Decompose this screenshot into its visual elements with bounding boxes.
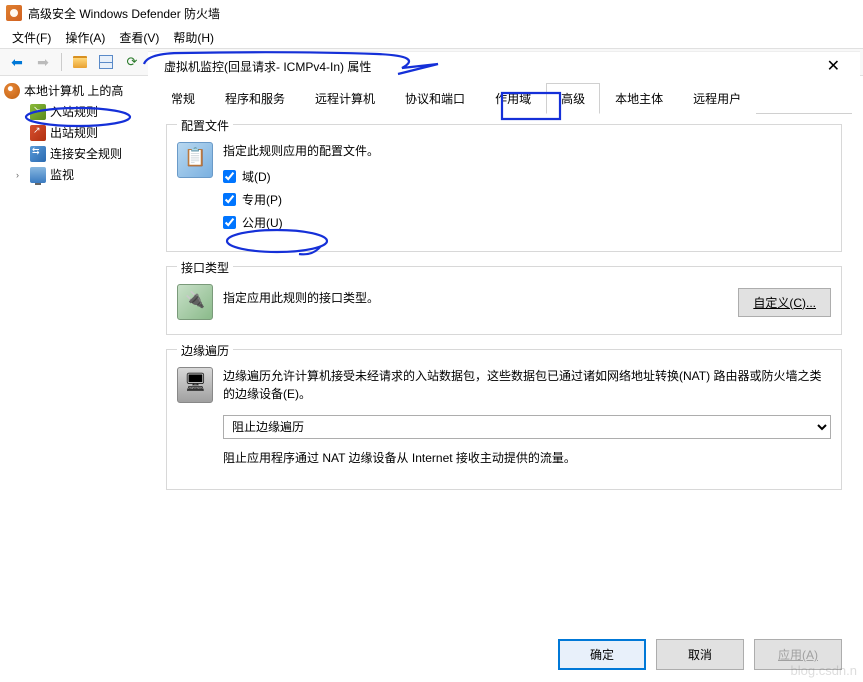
table-icon: [99, 55, 113, 69]
traversal-help: 阻止应用程序通过 NAT 边缘设备从 Internet 接收主动提供的流量。: [223, 449, 831, 467]
close-button[interactable]: ✕: [823, 56, 844, 76]
menu-bar: 文件(F) 操作(A) 查看(V) 帮助(H): [0, 26, 863, 48]
edge-traversal-group: 边缘遍历 边缘遍历允许计算机接受未经请求的入站数据包，这些数据包已通过诸如网络地…: [166, 349, 842, 490]
tree-monitor-label: 监视: [50, 166, 74, 183]
profiles-legend: 配置文件: [177, 117, 233, 134]
tab-protocols[interactable]: 协议和端口: [390, 83, 480, 114]
menu-help[interactable]: 帮助(H): [173, 29, 214, 46]
customize-interface-button[interactable]: 自定义(C)...: [738, 288, 831, 317]
tree-connection-security[interactable]: 连接安全规则: [2, 143, 143, 164]
tree-outbound-rules[interactable]: 出站规则: [2, 122, 143, 143]
menu-view[interactable]: 查看(V): [119, 29, 159, 46]
refresh-button[interactable]: ⟳: [121, 51, 143, 73]
app-icon: [6, 5, 22, 21]
tree-root-label: 本地计算机 上的高: [24, 82, 123, 99]
tree-inbound-rules[interactable]: 入站规则: [2, 101, 143, 122]
public-label[interactable]: 公用(U): [242, 214, 283, 231]
tree-inbound-label: 入站规则: [50, 103, 98, 120]
tab-advanced[interactable]: 高级: [546, 83, 600, 114]
domain-checkbox[interactable]: [223, 170, 236, 183]
folder-icon: [73, 56, 87, 68]
menu-file[interactable]: 文件(F): [12, 29, 51, 46]
forward-button: ➡: [32, 51, 54, 73]
cancel-button[interactable]: 取消: [656, 639, 744, 670]
public-checkbox[interactable]: [223, 216, 236, 229]
tree-connection-label: 连接安全规则: [50, 145, 122, 162]
properties-dialog: 虚拟机监控(回显请求- ICMPv4-In) 属性 ✕ 常规 程序和服务 远程计…: [148, 51, 860, 682]
tree-outbound-label: 出站规则: [50, 124, 98, 141]
properties-button[interactable]: [95, 51, 117, 73]
outbound-icon: [30, 125, 46, 141]
nic-icon: [177, 284, 213, 320]
private-label[interactable]: 专用(P): [242, 191, 282, 208]
tab-local-principals[interactable]: 本地主体: [600, 83, 678, 114]
inbound-icon: [30, 104, 46, 120]
tab-remote-users[interactable]: 远程用户: [678, 83, 756, 114]
tab-remote-computers[interactable]: 远程计算机: [300, 83, 390, 114]
computer-icon: [177, 367, 213, 403]
tree-monitor[interactable]: › 监视: [2, 164, 143, 185]
profiles-description: 指定此规则应用的配置文件。: [223, 142, 831, 160]
tab-general[interactable]: 常规: [156, 83, 210, 114]
up-button[interactable]: [69, 51, 91, 73]
dialog-title: 虚拟机监控(回显请求- ICMPv4-In) 属性: [164, 58, 371, 75]
tab-scope[interactable]: 作用域: [480, 83, 546, 114]
domain-label[interactable]: 域(D): [242, 168, 271, 185]
private-checkbox[interactable]: [223, 193, 236, 206]
refresh-icon: ⟳: [127, 54, 138, 70]
tab-strip: 常规 程序和服务 远程计算机 协议和端口 作用域 高级 本地主体 远程用户: [156, 80, 852, 114]
tab-programs[interactable]: 程序和服务: [210, 83, 300, 114]
tree-root[interactable]: 本地计算机 上的高: [2, 80, 143, 101]
ok-button[interactable]: 确定: [558, 639, 646, 670]
traversal-select[interactable]: 阻止边缘遍历: [223, 415, 831, 439]
menu-action[interactable]: 操作(A): [65, 29, 105, 46]
connection-icon: [30, 146, 46, 162]
window-title: 高级安全 Windows Defender 防火墙: [28, 5, 220, 22]
toolbar-separator: [61, 53, 62, 71]
traversal-legend: 边缘遍历: [177, 342, 233, 359]
profiles-group: 配置文件 指定此规则应用的配置文件。 域(D) 专用(P) 公用(U): [166, 124, 842, 252]
interface-legend: 接口类型: [177, 259, 233, 276]
back-button[interactable]: ⬅: [6, 51, 28, 73]
interface-group: 接口类型 指定应用此规则的接口类型。 自定义(C)...: [166, 266, 842, 335]
profile-icon: [177, 142, 213, 178]
shield-icon: [4, 83, 20, 99]
traversal-description: 边缘遍历允许计算机接受未经请求的入站数据包，这些数据包已通过诸如网络地址转换(N…: [223, 367, 831, 403]
arrow-right-icon: ➡: [37, 54, 49, 71]
monitor-icon: [30, 167, 46, 183]
apply-button[interactable]: 应用(A): [754, 639, 842, 670]
expand-caret-icon[interactable]: ›: [16, 170, 26, 180]
interface-description: 指定应用此规则的接口类型。: [223, 289, 379, 307]
arrow-left-icon: ⬅: [11, 54, 23, 71]
tree-view: 本地计算机 上的高 入站规则 出站规则 连接安全规则 › 监视: [0, 76, 145, 682]
